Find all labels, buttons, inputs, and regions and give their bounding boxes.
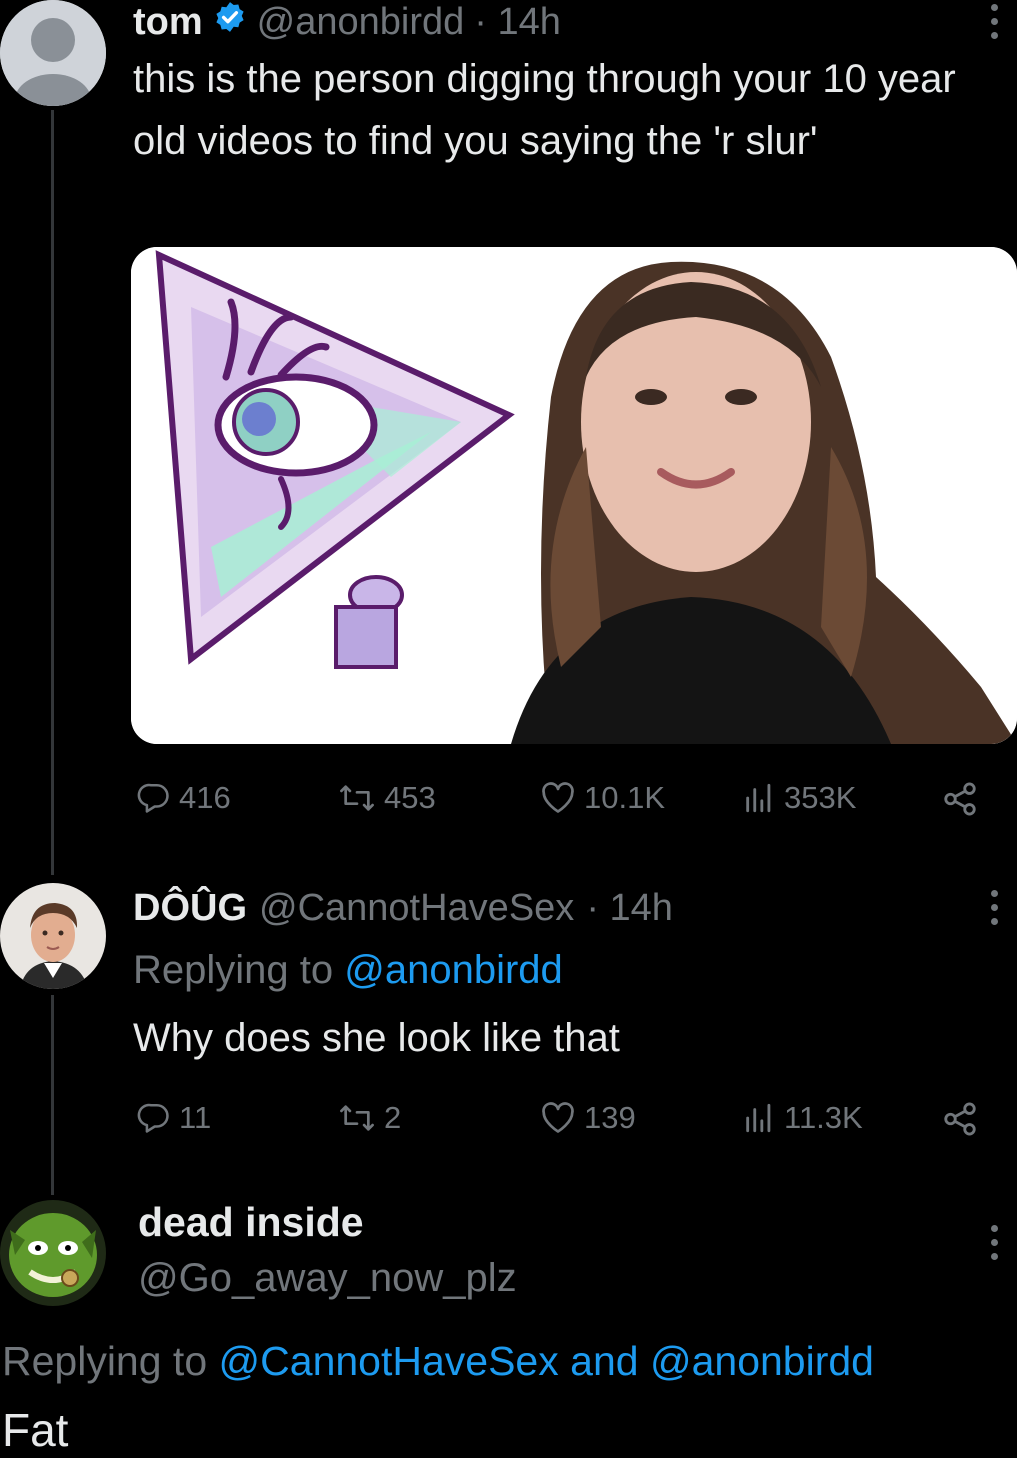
tweet-header: DÔÛG @CannotHaveSex · 14h: [133, 886, 673, 930]
share-icon: [944, 782, 976, 816]
handle[interactable]: @anonbirdd: [257, 1, 465, 43]
more-icon[interactable]: [991, 890, 1003, 925]
replying-prefix: Replying to: [2, 1338, 208, 1384]
replying-and: and: [570, 1338, 639, 1384]
reply-button[interactable]: 416: [137, 780, 231, 816]
retweet-count: 2: [384, 1100, 402, 1135]
share-button[interactable]: [941, 780, 979, 818]
thread-line: [51, 110, 54, 875]
tweet-text: Why does she look like that: [133, 1016, 620, 1060]
reply-count: 11: [179, 1100, 212, 1135]
retweet-button[interactable]: 453: [338, 780, 436, 816]
thread-line: [51, 995, 54, 1195]
timestamp[interactable]: · 14h: [586, 886, 673, 930]
views-icon: [746, 783, 771, 813]
reply-icon: [137, 783, 169, 813]
tweet-header: tom @anonbirdd · 14h: [133, 0, 561, 43]
timestamp[interactable]: · 14h: [474, 1, 561, 43]
avatar[interactable]: [0, 0, 106, 106]
display-name[interactable]: dead inside: [138, 1198, 364, 1246]
verified-icon: [213, 0, 247, 43]
more-icon[interactable]: [991, 1225, 1003, 1260]
mention-link[interactable]: @anonbirdd: [344, 948, 563, 992]
display-name[interactable]: tom: [133, 1, 203, 43]
views-button[interactable]: 353K: [742, 780, 856, 816]
replying-to: Replying to @anonbirdd: [133, 945, 563, 995]
reply-button[interactable]: 11: [137, 1100, 211, 1136]
like-button[interactable]: 139: [540, 1100, 636, 1136]
like-count: 139: [584, 1100, 636, 1135]
more-icon[interactable]: [991, 4, 1003, 39]
avatar[interactable]: [0, 883, 106, 989]
like-icon: [542, 1102, 574, 1133]
reply-icon: [137, 1103, 169, 1133]
views-count: 353K: [784, 780, 857, 815]
tweet-text: this is the person digging through your …: [133, 57, 956, 163]
handle[interactable]: @Go_away_now_plz: [138, 1255, 517, 1301]
retweet-button[interactable]: 2: [338, 1100, 401, 1136]
like-icon: [542, 782, 574, 813]
tweet-image[interactable]: [131, 247, 1017, 744]
share-icon: [944, 1102, 976, 1136]
replying-prefix: Replying to: [133, 948, 334, 992]
views-button[interactable]: 11.3K: [742, 1100, 863, 1136]
tweet-text: Fat: [2, 1404, 69, 1456]
retweet-count: 453: [384, 780, 436, 815]
replying-to: Replying to @CannotHaveSex and @anonbird…: [2, 1335, 874, 1387]
handle[interactable]: @CannotHaveSex: [259, 886, 574, 930]
like-count: 10.1K: [584, 780, 666, 815]
retweet-icon: [340, 1105, 374, 1131]
display-name[interactable]: DÔÛG: [133, 886, 247, 930]
mention-link[interactable]: @CannotHaveSex: [219, 1338, 559, 1384]
mention-link[interactable]: @anonbirdd: [650, 1338, 874, 1384]
views-count: 11.3K: [784, 1100, 863, 1135]
share-button[interactable]: [941, 1100, 979, 1138]
retweet-icon: [340, 785, 374, 811]
views-icon: [746, 1103, 771, 1133]
reply-count: 416: [179, 780, 231, 815]
like-button[interactable]: 10.1K: [540, 780, 665, 816]
avatar[interactable]: [0, 1200, 106, 1306]
